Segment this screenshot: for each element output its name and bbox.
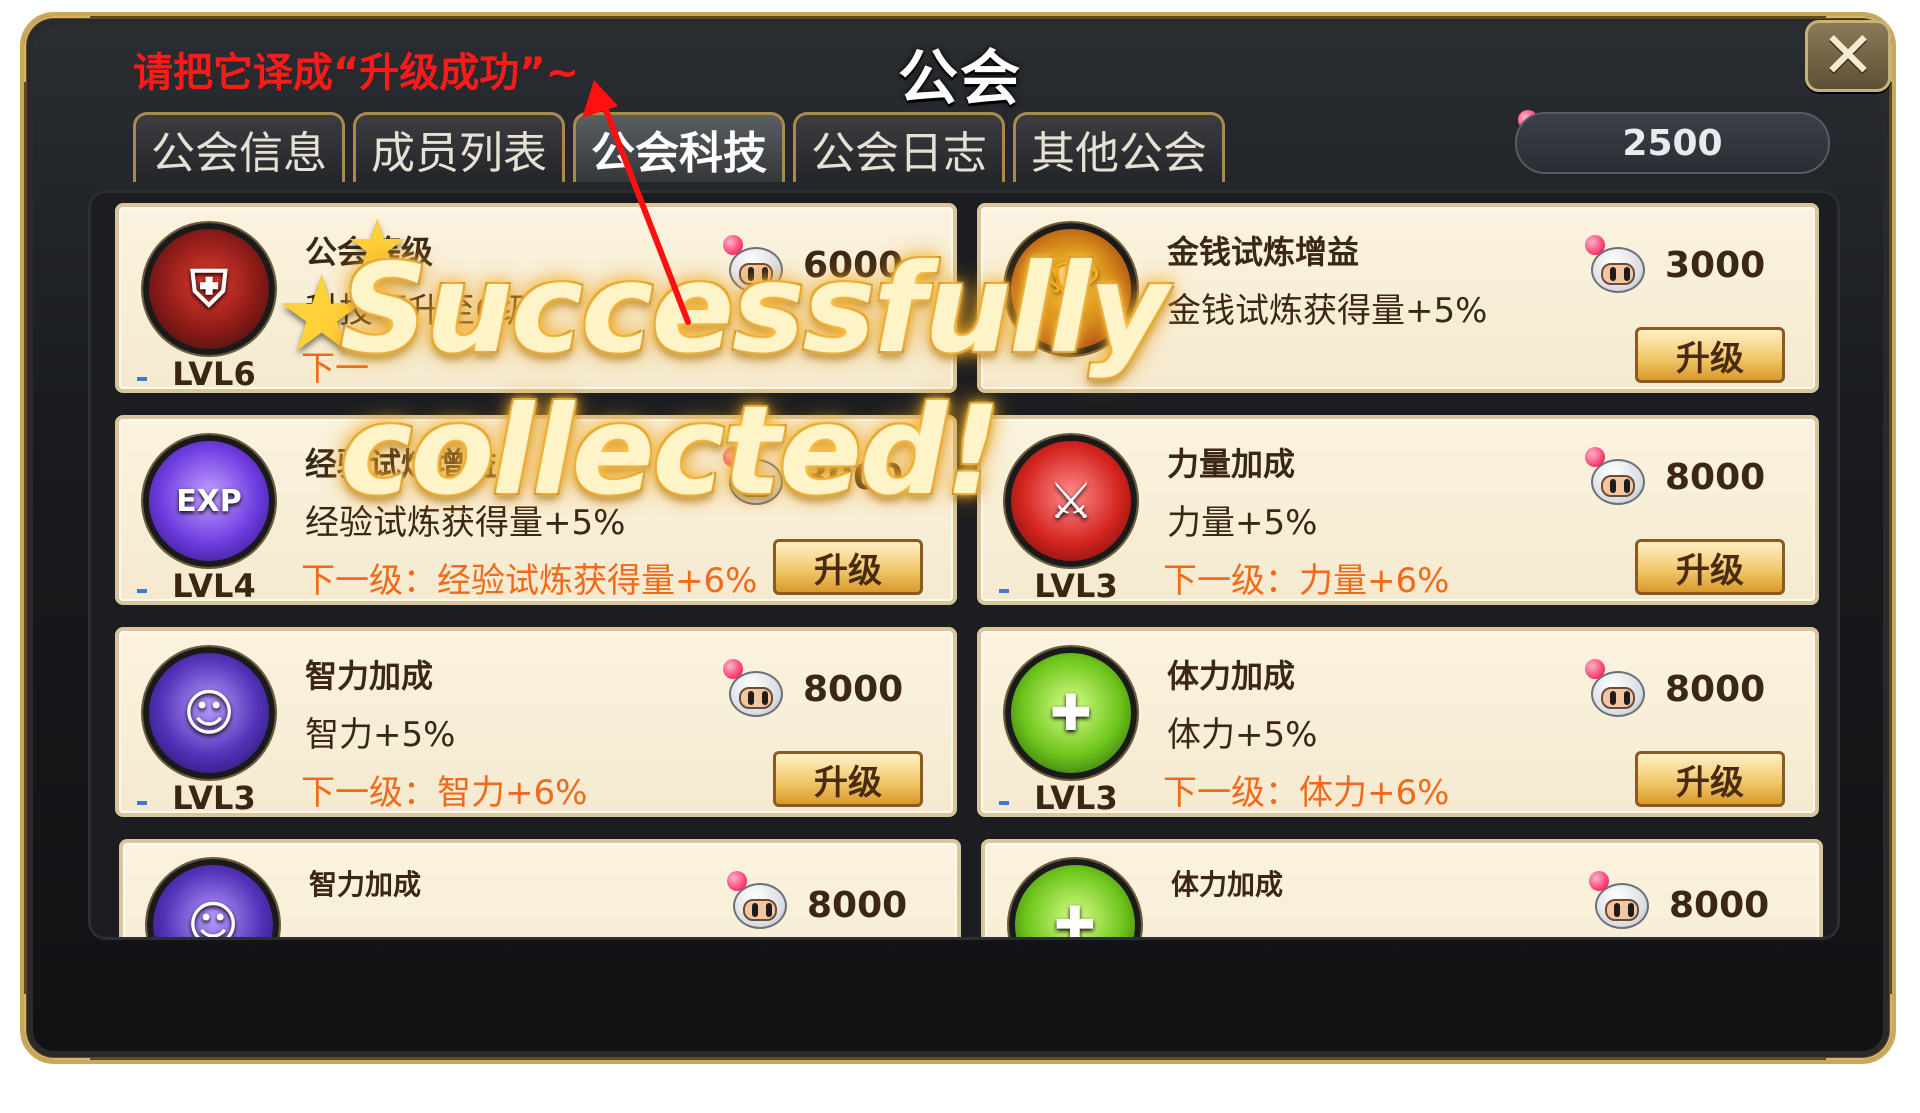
indicator-dot xyxy=(137,589,147,593)
tech-description: 智力+5% xyxy=(305,715,456,755)
tech-card-intellect-2: ☺ 智力加成 8000 xyxy=(119,839,961,937)
tech-level: LVL3 xyxy=(1034,567,1118,605)
tech-name: 智力加成 xyxy=(305,657,434,695)
tech-cost: 3000 xyxy=(1665,245,1766,286)
upgrade-button[interactable]: 升级 xyxy=(773,751,923,807)
tab-member-list[interactable]: 成员列表 xyxy=(353,112,565,182)
tab-guild-info[interactable]: 公会信息 xyxy=(133,112,345,182)
guild-badge-icon: ⛨ xyxy=(143,223,275,355)
intellect-icon: ☺ xyxy=(143,647,275,779)
translation-annotation: 请把它译成“升级成功”~ xyxy=(133,50,580,96)
upgrade-button[interactable]: 升级 xyxy=(1635,327,1785,383)
bomber-coin-icon xyxy=(723,659,787,723)
tech-name: 体力加成 xyxy=(1171,868,1284,901)
bomber-coin-icon xyxy=(1589,871,1653,935)
tech-level: LVL3 xyxy=(1034,779,1118,817)
tech-level: LVL4 xyxy=(172,567,256,605)
tech-description: 体力+5% xyxy=(1167,715,1318,755)
vitality-cross-icon: ✚ xyxy=(1009,859,1141,937)
intellect-icon: ☺ xyxy=(147,859,279,937)
tech-next-level: 下一级：智力+6% xyxy=(301,773,588,813)
tech-name: 智力加成 xyxy=(309,868,422,901)
tech-card-vitality: ✚ LVL3 体力加成 体力+5% 下一级：体力+6% 8000 升级 xyxy=(977,627,1819,817)
indicator-dot xyxy=(137,377,147,381)
tab-guild-log[interactable]: 公会日志 xyxy=(793,112,1005,182)
tech-level: LVL3 xyxy=(172,779,256,817)
currency-amount: 2500 xyxy=(1622,122,1723,164)
bomber-coin-icon xyxy=(1585,659,1649,723)
indicator-dot xyxy=(137,801,147,805)
tech-level: LVL6 xyxy=(172,355,256,393)
frame-corner-ornament xyxy=(1826,994,1892,1060)
tech-cost: 8000 xyxy=(1669,885,1770,926)
indicator-dot xyxy=(999,589,1009,593)
currency-display: 2500 xyxy=(1515,112,1830,174)
tech-cost: 8000 xyxy=(1665,457,1766,498)
tech-card-intellect: ☺ LVL3 智力加成 智力+5% 下一级：智力+6% 8000 升级 xyxy=(115,627,957,817)
tech-next-level: 下一级：体力+6% xyxy=(1163,773,1450,813)
tech-next-level: 下一级：经验试炼获得量+6% xyxy=(301,561,758,601)
tech-cost: 8000 xyxy=(1665,669,1766,710)
tech-name: 体力加成 xyxy=(1167,657,1296,695)
frame-corner-ornament xyxy=(24,994,90,1060)
close-icon: ✕ xyxy=(1821,19,1875,93)
bomber-coin-icon xyxy=(727,871,791,935)
indicator-dot xyxy=(999,801,1009,805)
tech-cost: 8000 xyxy=(807,885,908,926)
tab-other-guilds[interactable]: 其他公会 xyxy=(1013,112,1225,182)
tech-card-vitality-2: ✚ 体力加成 8000 xyxy=(981,839,1823,937)
upgrade-button[interactable]: 升级 xyxy=(1635,751,1785,807)
upgrade-button[interactable]: 升级 xyxy=(1635,539,1785,595)
tech-next-level: 下一级：力量+6% xyxy=(1163,561,1450,601)
vitality-cross-icon: ✚ xyxy=(1005,647,1137,779)
tab-bar: 公会信息 成员列表 公会科技 公会日志 其他公会 xyxy=(133,112,1225,182)
close-button[interactable]: ✕ xyxy=(1805,20,1891,92)
tab-guild-tech[interactable]: 公会科技 xyxy=(573,112,785,182)
success-toast: Successfully collected! xyxy=(340,238,1168,522)
upgrade-button[interactable]: 升级 xyxy=(773,539,923,595)
exp-up-icon: EXP xyxy=(143,435,275,567)
tech-cost: 8000 xyxy=(803,669,904,710)
